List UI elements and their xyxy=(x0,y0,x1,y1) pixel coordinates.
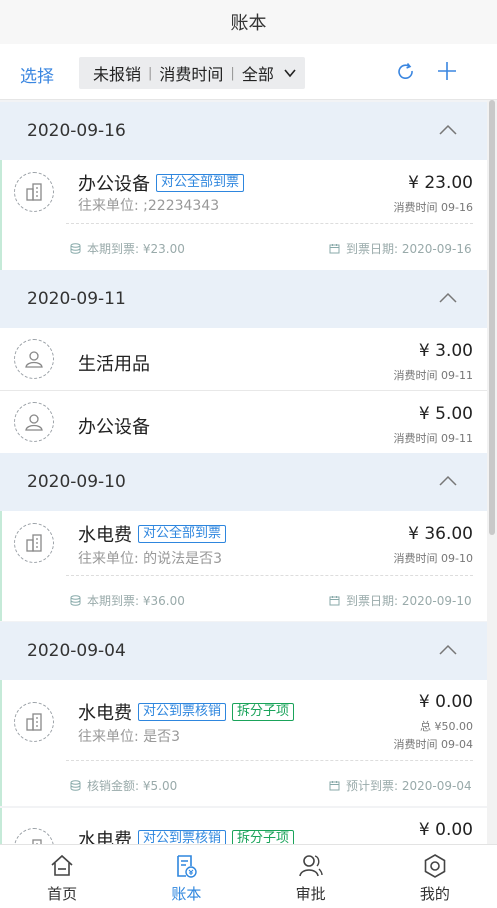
divider xyxy=(66,575,473,576)
filter-divider: | xyxy=(148,65,153,81)
database-icon xyxy=(70,780,81,791)
item-tag: 对公到票核销 xyxy=(138,830,227,844)
foot-right: 到票日期: 2020-09-10 xyxy=(346,594,472,608)
scrollbar[interactable] xyxy=(487,100,497,844)
split-tag: 拆分子项 xyxy=(232,703,295,721)
bottom-tab-bar: 首页 账本 审批 我的 xyxy=(0,844,497,908)
select-button[interactable]: 选择 xyxy=(20,62,54,87)
item-amount: ¥ 36.00 xyxy=(408,524,473,544)
item-tag: 对公全部到票 xyxy=(138,525,227,543)
item-name: 水电费 xyxy=(78,830,132,844)
building-icon xyxy=(14,702,54,742)
group-date: 2020-09-11 xyxy=(27,289,126,309)
scrollbar-thumb[interactable] xyxy=(489,100,495,535)
database-icon xyxy=(70,243,81,254)
item-amount: ¥ 5.00 xyxy=(418,404,473,424)
tab-label: 审批 xyxy=(295,885,326,903)
building-icon xyxy=(14,172,54,212)
chevron-down-icon xyxy=(284,69,296,78)
item-time: 消费时间 09-16 xyxy=(393,201,473,214)
page-title: 账本 xyxy=(0,0,497,44)
foot-right: 到票日期: 2020-09-16 xyxy=(346,242,472,256)
item-time: 消费时间 09-11 xyxy=(393,369,473,382)
split-tag: 拆分子项 xyxy=(232,830,295,844)
item-name: 办公设备 xyxy=(78,174,150,195)
item-amount: ¥ 0.00 xyxy=(418,820,473,840)
item-tag: 对公到票核销 xyxy=(138,703,227,721)
tab-home[interactable]: 首页 xyxy=(0,845,124,908)
filter-divider: | xyxy=(230,65,235,81)
item-name: 水电费 xyxy=(78,703,132,724)
ledger-icon xyxy=(177,855,198,878)
foot-left: 本期到票: ¥23.00 xyxy=(87,242,185,256)
list-item[interactable]: 办公设备 对公全部到票 往来单位: ;22234343 ¥ 23.00 消费时间… xyxy=(0,160,487,270)
item-counterparty: 往来单位: 是否3 xyxy=(78,729,181,745)
item-amount: ¥ 23.00 xyxy=(408,173,473,193)
item-name: 办公设备 xyxy=(78,417,150,438)
filter-time: 消费时间 xyxy=(159,65,224,84)
item-counterparty: 往来单位: 的说法是否3 xyxy=(78,551,223,567)
refresh-icon[interactable] xyxy=(396,62,416,82)
tab-label: 我的 xyxy=(419,885,450,903)
date-group-header[interactable]: 2020-09-10 xyxy=(0,453,487,511)
chevron-up-icon xyxy=(439,644,457,655)
item-amount: ¥ 3.00 xyxy=(418,341,473,361)
tab-mine[interactable]: 我的 xyxy=(373,845,497,908)
divider xyxy=(66,223,473,224)
chevron-up-icon xyxy=(439,292,457,303)
tab-approval[interactable]: 审批 xyxy=(249,845,373,908)
foot-left: 本期到票: ¥36.00 xyxy=(87,594,185,608)
user-icon xyxy=(14,339,54,379)
item-total: 总 ¥50.00 xyxy=(420,720,473,733)
list-item[interactable]: 生活用品 ¥ 3.00 消费时间 09-11 xyxy=(0,328,487,390)
approval-icon xyxy=(298,855,323,877)
settings-icon xyxy=(424,854,446,878)
item-time: 消费时间 09-11 xyxy=(393,432,473,445)
item-tag: 对公全部到票 xyxy=(156,174,245,192)
filter-status: 未报销 xyxy=(93,65,142,84)
date-group-header[interactable]: 2020-09-04 xyxy=(0,622,487,680)
database-icon xyxy=(70,595,81,606)
date-group-header[interactable]: 2020-09-11 xyxy=(0,270,487,328)
calendar-icon xyxy=(329,596,340,606)
item-name: 水电费 xyxy=(78,525,132,546)
group-date: 2020-09-10 xyxy=(27,472,126,492)
item-name: 生活用品 xyxy=(78,354,150,375)
item-time: 消费时间 09-10 xyxy=(393,552,473,565)
building-icon xyxy=(14,523,54,563)
building-icon xyxy=(14,828,54,844)
calendar-icon xyxy=(329,781,340,791)
user-icon xyxy=(14,402,54,442)
ledger-list[interactable]: 2020-09-16 办公设备 对公全部到票 往来单位: ;22234343 ¥… xyxy=(0,100,487,844)
divider xyxy=(66,760,473,761)
group-date: 2020-09-04 xyxy=(27,641,126,661)
list-item[interactable]: 水电费 对公全部到票 往来单位: 的说法是否3 ¥ 36.00 消费时间 09-… xyxy=(0,511,487,621)
tab-ledger[interactable]: 账本 xyxy=(124,845,248,908)
add-icon[interactable] xyxy=(436,60,458,82)
chevron-up-icon xyxy=(439,124,457,135)
toolbar: 选择 未报销 | 消费时间 | 全部 xyxy=(0,44,497,100)
home-icon xyxy=(51,854,73,876)
list-item[interactable]: 水电费 对公到票核销 拆分子项 ¥ 0.00 xyxy=(0,808,487,844)
foot-left: 核销金额: ¥5.00 xyxy=(87,779,178,793)
item-time: 消费时间 09-04 xyxy=(393,738,473,751)
date-group-header[interactable]: 2020-09-16 xyxy=(0,102,487,160)
tab-label: 账本 xyxy=(171,885,202,903)
calendar-icon xyxy=(329,244,340,254)
filter-scope: 全部 xyxy=(241,65,274,84)
list-item[interactable]: 办公设备 ¥ 5.00 消费时间 09-11 xyxy=(0,391,487,453)
item-counterparty: 往来单位: ;22234343 xyxy=(78,198,220,214)
item-amount: ¥ 0.00 xyxy=(418,692,473,712)
group-date: 2020-09-16 xyxy=(27,121,126,141)
chevron-up-icon xyxy=(439,475,457,486)
tab-label: 首页 xyxy=(47,885,78,903)
list-item[interactable]: 水电费 对公到票核销 拆分子项 往来单位: 是否3 ¥ 0.00 总 ¥50.0… xyxy=(0,680,487,806)
filter-dropdown[interactable]: 未报销 | 消费时间 | 全部 xyxy=(79,57,305,89)
foot-right: 预计到票: 2020-09-04 xyxy=(346,779,472,793)
